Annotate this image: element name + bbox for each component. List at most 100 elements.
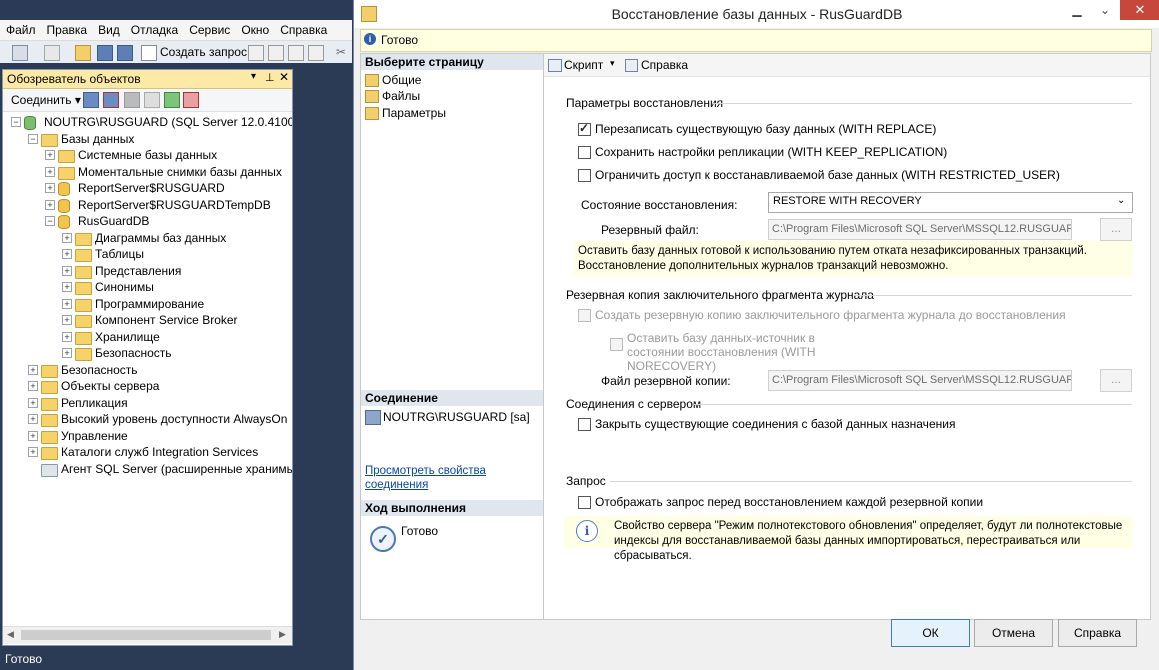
stop-icon[interactable]: [124, 92, 140, 108]
tree-node[interactable]: + Каталоги служб Integration Services: [3, 444, 292, 460]
backup-file-field[interactable]: C:\Program Files\Microsoft SQL Server\MS…: [768, 370, 1072, 391]
panel-dropdown-icon[interactable]: ▾: [251, 71, 256, 82]
expand-icon[interactable]: +: [28, 397, 38, 408]
db-query-icon[interactable]: [248, 45, 264, 61]
expand-icon[interactable]: +: [62, 331, 72, 342]
collapse-icon[interactable]: −: [45, 216, 55, 226]
expand-icon[interactable]: +: [45, 199, 55, 210]
tree-node[interactable]: + Представления: [3, 263, 292, 279]
filter-icon[interactable]: [144, 92, 160, 108]
prompt-each-checkbox[interactable]: [578, 496, 591, 509]
collapse-icon[interactable]: −: [28, 133, 38, 144]
cut-icon[interactable]: ✂: [336, 45, 346, 59]
expand-icon[interactable]: +: [62, 232, 72, 243]
backup-file-browse-button[interactable]: ...: [1100, 369, 1132, 392]
standby-browse-button[interactable]: ...: [1100, 218, 1132, 241]
expand-icon[interactable]: +: [28, 414, 38, 424]
tree-node[interactable]: + Синонимы: [3, 279, 292, 295]
keep-replication-checkbox[interactable]: [578, 146, 591, 159]
tree-node-label: Диаграммы баз данных: [95, 230, 227, 245]
close-icon[interactable]: ✕: [279, 70, 289, 84]
expand-icon[interactable]: +: [62, 282, 72, 292]
tree-node[interactable]: + Программирование: [3, 296, 292, 312]
cancel-button[interactable]: Отмена: [974, 619, 1053, 647]
restricted-user-checkbox[interactable]: [578, 169, 591, 182]
restore-window-icon[interactable]: ⌄: [1092, 0, 1118, 20]
menu-edit[interactable]: Правка: [41, 20, 93, 37]
open-file-icon[interactable]: [75, 45, 91, 61]
expand-icon[interactable]: +: [62, 315, 72, 325]
tree-node[interactable]: − RusGuardDB: [3, 213, 292, 229]
menu-view[interactable]: Вид: [92, 20, 125, 37]
expand-icon[interactable]: +: [62, 298, 72, 309]
tree-node[interactable]: Агент SQL Server (расширенные хранимые п: [3, 461, 292, 477]
tree-node-label: ReportServer$RUSGUARDTempDB: [78, 197, 271, 212]
collapse-icon[interactable]: −: [11, 117, 21, 127]
menu-window[interactable]: Окно: [235, 20, 274, 37]
mdx-query-icon[interactable]: [268, 45, 284, 61]
disconnect-icon[interactable]: [103, 92, 119, 108]
tree-node[interactable]: + Компонент Service Broker: [3, 312, 292, 328]
menu-debug[interactable]: Отладка: [125, 20, 183, 37]
connect-button[interactable]: Соединить ▾: [11, 93, 81, 107]
add-item-icon[interactable]: [44, 45, 60, 61]
tree-node[interactable]: + Моментальные снимки базы данных: [3, 164, 292, 180]
menu-tools[interactable]: Сервис: [183, 20, 235, 37]
folder-icon: [75, 249, 92, 262]
save-all-icon[interactable]: [117, 45, 133, 61]
view-connection-properties-link[interactable]: Просмотреть свойства соединения: [365, 464, 495, 492]
expand-icon[interactable]: +: [28, 430, 38, 441]
tree-node[interactable]: + Безопасность: [3, 345, 292, 361]
expand-icon[interactable]: +: [62, 348, 72, 358]
horizontal-scrollbar[interactable]: ◀ ▶: [3, 626, 292, 644]
pin-icon[interactable]: ⊥: [265, 71, 275, 84]
xmla-query-icon[interactable]: [308, 45, 324, 61]
expand-icon[interactable]: +: [28, 364, 38, 375]
new-project-icon[interactable]: [12, 45, 28, 61]
tree-node[interactable]: + Объекты сервера: [3, 378, 292, 394]
expand-icon[interactable]: +: [45, 183, 55, 193]
expand-icon[interactable]: +: [45, 150, 55, 160]
tree-node[interactable]: + ReportServer$RUSGUARD: [3, 180, 292, 196]
tree-node[interactable]: + Системные базы данных: [3, 147, 292, 163]
minimize-icon[interactable]: ▁: [1064, 0, 1090, 20]
prompt-group-label: Запрос: [566, 474, 606, 488]
close-connections-checkbox[interactable]: [578, 418, 591, 431]
ok-button[interactable]: ОК: [891, 619, 970, 647]
help-button[interactable]: Справка: [1058, 619, 1137, 647]
tree-node[interactable]: + Управление: [3, 428, 292, 444]
tree-node[interactable]: + Репликация: [3, 395, 292, 411]
tree-node[interactable]: + Высокий уровень доступности AlwaysOn: [3, 411, 292, 427]
expand-icon[interactable]: +: [62, 265, 72, 276]
activity-monitor-icon[interactable]: [183, 92, 199, 108]
connect-engine-icon[interactable]: [83, 92, 99, 108]
menu-help[interactable]: Справка: [274, 20, 332, 37]
scroll-right-icon[interactable]: ▶: [279, 629, 286, 640]
window-close-icon[interactable]: ✕: [1120, 0, 1159, 20]
chevron-down-icon[interactable]: ▾: [610, 58, 615, 69]
scroll-left-icon[interactable]: ◀: [7, 629, 14, 640]
tail-log-backup-checkbox[interactable]: [578, 309, 591, 322]
tree-node-label: Системные базы данных: [78, 148, 218, 162]
tree-node[interactable]: + Таблицы: [3, 246, 292, 262]
expand-icon[interactable]: +: [62, 249, 72, 259]
scrollbar-thumb[interactable]: [21, 630, 271, 640]
tree-node[interactable]: + Безопасность: [3, 362, 292, 378]
tree-node[interactable]: + ReportServer$RUSGUARDTempDB: [3, 197, 292, 213]
expand-icon[interactable]: +: [45, 166, 55, 177]
overwrite-checkbox[interactable]: ✓: [578, 121, 591, 136]
standby-file-field[interactable]: C:\Program Files\Microsoft SQL Server\MS…: [768, 219, 1072, 240]
save-icon[interactable]: [97, 45, 113, 61]
tree-node[interactable]: − NOUTRG\RUSGUARD (SQL Server 12.0.4100.1…: [3, 114, 292, 130]
dmx-query-icon[interactable]: [288, 45, 304, 61]
tree-node[interactable]: − Базы данных: [3, 131, 292, 147]
norecovery-checkbox[interactable]: [610, 338, 623, 351]
tree-node[interactable]: + Диаграммы баз данных: [3, 230, 292, 246]
tree-node[interactable]: + Хранилище: [3, 329, 292, 345]
recovery-state-select[interactable]: RESTORE WITH RECOVERY ⌄: [768, 192, 1133, 213]
menu-file[interactable]: Файл: [0, 20, 41, 37]
refresh-icon[interactable]: [164, 92, 180, 108]
expand-icon[interactable]: +: [28, 447, 38, 457]
expand-icon[interactable]: +: [28, 381, 38, 391]
group-divider: [694, 404, 1132, 405]
